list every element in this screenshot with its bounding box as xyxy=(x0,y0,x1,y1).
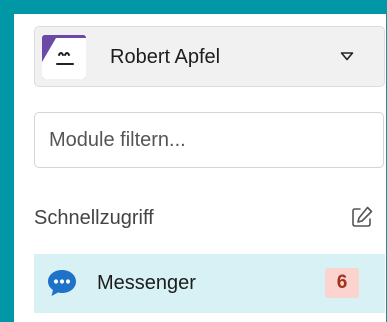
module-filter-input[interactable] xyxy=(34,112,384,168)
sleeping-face-avatar-icon xyxy=(42,35,86,79)
chat-bubble-icon xyxy=(48,270,76,296)
avatar xyxy=(42,35,86,79)
window-frame-top xyxy=(0,0,387,14)
unread-count-badge: 6 xyxy=(325,268,359,298)
window-frame-left xyxy=(0,0,14,322)
account-name: Robert Apfel xyxy=(110,46,221,68)
edit-icon[interactable] xyxy=(350,205,374,229)
sidebar-panel: Robert Apfel Schnellzugriff Messenger 6 xyxy=(14,14,386,322)
chevron-down-icon xyxy=(340,52,354,61)
sidebar-item-messenger[interactable]: Messenger 6 xyxy=(34,254,385,313)
account-switcher[interactable]: Robert Apfel xyxy=(34,26,385,87)
quick-access-heading: Schnellzugriff xyxy=(34,207,154,229)
sidebar-item-label: Messenger xyxy=(97,272,196,294)
